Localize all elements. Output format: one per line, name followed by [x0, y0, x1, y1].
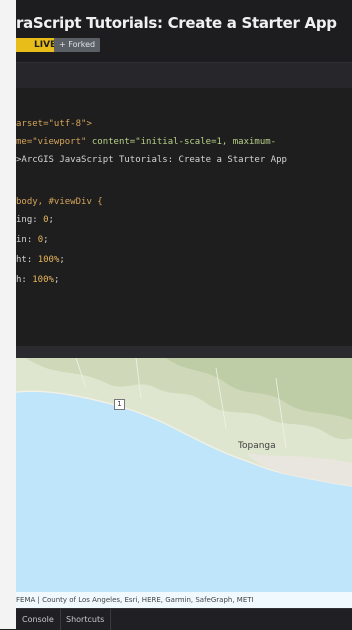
code-line: body, #viewDiv { [16, 196, 103, 208]
left-panel-edge [0, 0, 16, 629]
map-terrain [16, 358, 352, 487]
route-shield-icon: 1 [114, 399, 125, 410]
code-token: h: [16, 275, 33, 285]
code-token: arset="utf-8"> [16, 119, 92, 129]
code-token: ; [59, 255, 65, 265]
code-token: >ArcGIS JavaScript Tutorials: Create a S… [16, 155, 287, 165]
panel-divider[interactable] [16, 346, 352, 358]
bottom-bar: Console Shortcuts [16, 608, 352, 630]
code-token: body, #viewDiv { [16, 197, 103, 207]
code-token: 100% [37, 255, 60, 265]
code-line: ht: 100%; [16, 254, 65, 266]
code-line: me="viewport" content="initial-scale=1, … [16, 136, 276, 148]
code-token: ; [53, 275, 60, 285]
code-line: ing: 0; [16, 214, 54, 226]
map-attribution[interactable]: FEMA | County of Los Angeles, Esri, HERE… [16, 592, 352, 608]
map-view[interactable]: 1 Topanga [16, 358, 352, 608]
code-line: in: 0; [16, 234, 49, 246]
code-line: arset="utf-8"> [16, 118, 92, 130]
code-token: ing: [16, 215, 44, 225]
code-line: >ArcGIS JavaScript Tutorials: Create a S… [16, 154, 287, 166]
code-token: me="viewport" [16, 137, 92, 147]
place-label: Topanga [238, 441, 276, 451]
tab-shortcuts[interactable]: Shortcuts [60, 609, 112, 630]
code-token: ht: [16, 255, 38, 265]
code-token: content="initial-scale=1, maximum- [91, 137, 277, 147]
page-title: raScript Tutorials: Create a Starter App [16, 14, 337, 32]
code-token: in: [16, 235, 38, 245]
code-token: ; [43, 235, 49, 245]
editor-toolbar [16, 62, 352, 89]
code-token: 100% [32, 275, 54, 285]
tab-console[interactable]: Console [16, 609, 61, 630]
fork-button[interactable]: + Forked [54, 38, 101, 52]
code-token: ; [48, 215, 54, 225]
header: raScript Tutorials: Create a Starter App… [16, 0, 352, 62]
code-editor[interactable]: arset="utf-8"> me="viewport" content="in… [16, 88, 352, 346]
code-line: h: 100%; [16, 274, 59, 286]
